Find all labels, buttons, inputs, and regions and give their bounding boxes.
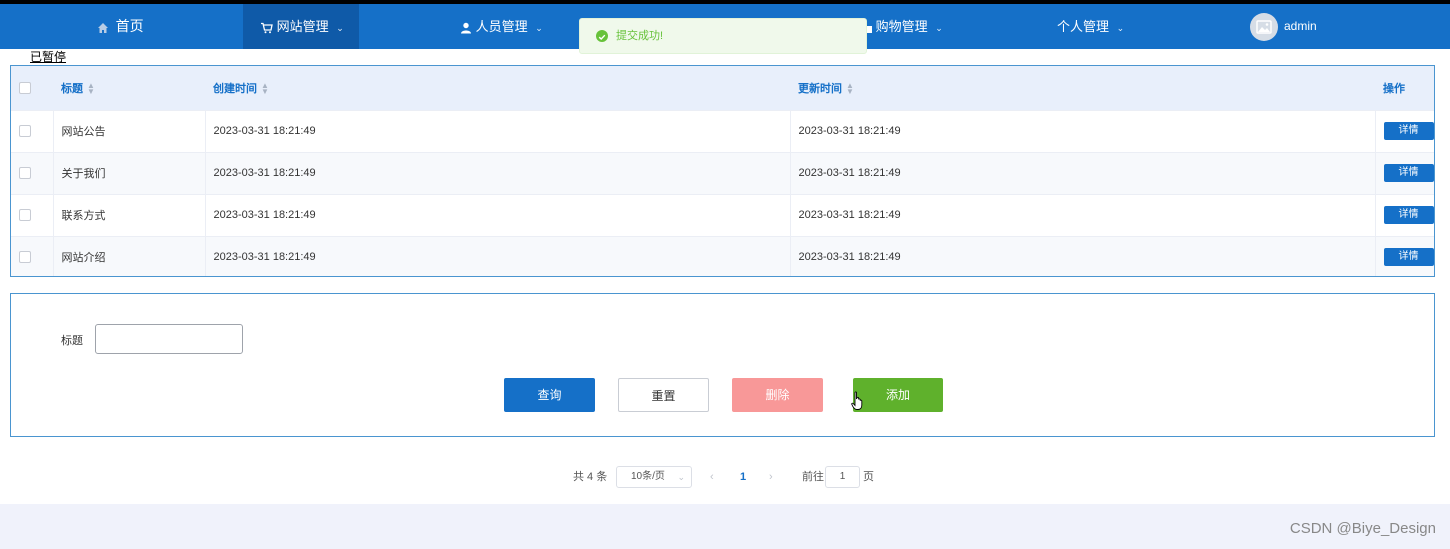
table-row: 网站介绍 2023-03-31 18:21:49 2023-03-31 18:2…: [11, 236, 1434, 276]
cell-created: 2023-03-31 18:21:49: [205, 236, 791, 276]
chevron-down-icon: ⌄: [1116, 23, 1125, 33]
next-page-icon[interactable]: ›: [769, 466, 773, 488]
row-checkbox[interactable]: [19, 125, 31, 138]
table-header-row: 标题 ▲ ▼ 创建时间 ▲ ▼ 更新时间 ▲ ▼ 操作: [11, 66, 1434, 110]
title-field-label: 标题: [61, 335, 83, 347]
nav-item-home[interactable]: 首页: [97, 4, 147, 49]
row-checkbox[interactable]: [19, 167, 31, 180]
column-header-updated[interactable]: 更新时间 ▲ ▼: [790, 66, 1375, 110]
row-checkbox[interactable]: [19, 251, 31, 264]
sort-icon[interactable]: ▲ ▼: [87, 81, 95, 95]
nav-item-label: 人员管理: [475, 19, 528, 34]
nav-item-personal-management[interactable]: 个人管理 ⌄: [1057, 4, 1137, 49]
toast-message: 提交成功!: [616, 30, 664, 42]
nav-item-label: 购物管理: [875, 19, 928, 34]
page-number-current[interactable]: 1: [735, 466, 751, 488]
chevron-down-icon: ⌄: [677, 472, 685, 482]
home-icon: [97, 19, 113, 34]
image-placeholder-icon: [1256, 20, 1272, 34]
reset-button[interactable]: 重置: [618, 378, 709, 412]
page-size-select[interactable]: 10条/页 ⌄: [616, 466, 692, 488]
check-circle-icon: [596, 30, 608, 42]
cell-created: 2023-03-31 18:21:49: [205, 194, 791, 236]
cell-title: 关于我们: [53, 152, 206, 194]
footer-band: [0, 504, 1450, 549]
prev-page-icon[interactable]: ‹: [710, 466, 714, 488]
goto-page-input[interactable]: 1: [825, 466, 860, 488]
nav-item-shopping-management[interactable]: 购物管理 ⌄: [864, 4, 954, 49]
sort-icon[interactable]: ▲ ▼: [846, 81, 854, 95]
nav-item-website-management[interactable]: 网站管理 ⌄: [243, 4, 359, 49]
detail-button[interactable]: 详情: [1383, 164, 1434, 182]
table-row: 联系方式 2023-03-31 18:21:49 2023-03-31 18:2…: [11, 194, 1434, 236]
table-row: 网站公告 2023-03-31 18:21:49 2023-03-31 18:2…: [11, 110, 1434, 152]
detail-button[interactable]: 详情: [1383, 248, 1434, 267]
username[interactable]: admin: [1284, 4, 1317, 49]
cell-updated: 2023-03-31 18:21:49: [790, 152, 1376, 194]
select-all-checkbox-cell[interactable]: [11, 66, 53, 110]
title-search-input[interactable]: [95, 324, 243, 354]
user-icon: [460, 19, 476, 34]
success-toast: 提交成功!: [579, 18, 867, 54]
cell-created: 2023-03-31 18:21:49: [205, 152, 791, 194]
cell-title: 网站公告: [53, 110, 206, 152]
page-suffix-label: 页: [863, 471, 874, 483]
cell-updated: 2023-03-31 18:21:49: [790, 194, 1376, 236]
chevron-down-icon: ⌄: [935, 23, 943, 33]
watermark: CSDN @Biye_Design: [1289, 520, 1436, 537]
cart-icon: [260, 19, 277, 34]
column-header-created[interactable]: 创建时间 ▲ ▼: [205, 66, 790, 110]
nav-item-label: 个人管理: [1057, 19, 1110, 34]
goto-label: 前往: [802, 471, 824, 483]
add-button[interactable]: 添加: [853, 378, 943, 412]
chevron-down-icon: ⌄: [336, 23, 344, 33]
table-row: 关于我们 2023-03-31 18:21:49 2023-03-31 18:2…: [11, 152, 1434, 194]
detail-button[interactable]: 详情: [1383, 122, 1434, 140]
cell-updated: 2023-03-31 18:21:49: [790, 110, 1376, 152]
nav-item-label: 首页: [115, 18, 144, 34]
avatar[interactable]: [1250, 13, 1278, 41]
chevron-down-icon: ⌄: [535, 23, 543, 33]
detail-button[interactable]: 详情: [1383, 206, 1434, 224]
select-all-checkbox[interactable]: [19, 81, 31, 94]
cell-title: 网站介绍: [53, 236, 206, 276]
paused-status-text: 已暂停: [30, 50, 67, 64]
data-table: 标题 ▲ ▼ 创建时间 ▲ ▼ 更新时间 ▲ ▼ 操作 网站公告 2023-03-31 18…: [10, 65, 1435, 277]
column-header-actions: 操作: [1383, 82, 1405, 95]
search-panel: 标题 查询 重置 删除 添加: [10, 293, 1435, 437]
query-button[interactable]: 查询: [504, 378, 595, 412]
hand-pointer-cursor-icon: [851, 391, 865, 416]
column-header-title[interactable]: 标题 ▲ ▼: [53, 66, 205, 110]
nav-item-people-management[interactable]: 人员管理 ⌄: [460, 4, 550, 49]
cell-title: 联系方式: [53, 194, 206, 236]
nav-item-label: 网站管理: [276, 19, 329, 34]
delete-button[interactable]: 删除: [732, 378, 823, 412]
sort-icon[interactable]: ▲ ▼: [261, 81, 269, 95]
cell-updated: 2023-03-31 18:21:49: [790, 236, 1376, 276]
cell-created: 2023-03-31 18:21:49: [205, 110, 791, 152]
total-count: 共 4 条: [573, 471, 608, 483]
row-checkbox[interactable]: [19, 209, 31, 222]
